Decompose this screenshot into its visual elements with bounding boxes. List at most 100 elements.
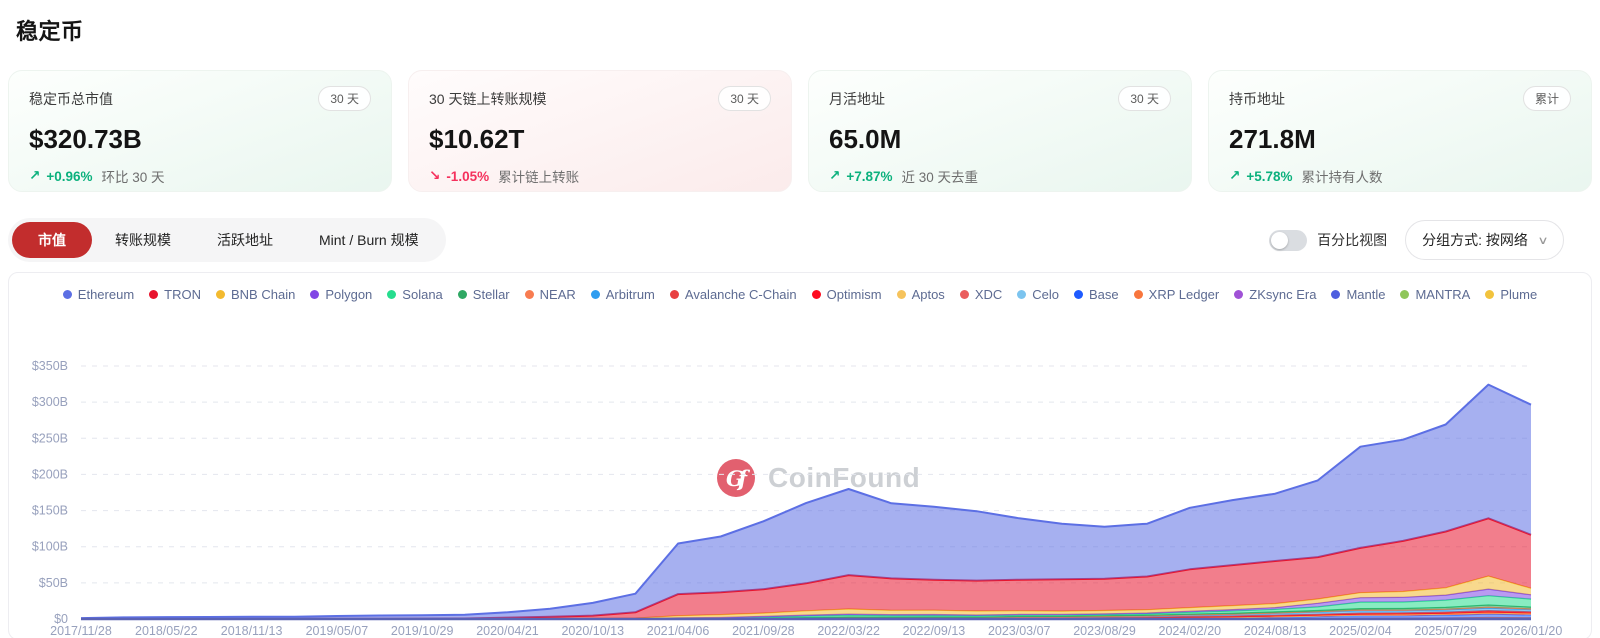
y-axis-label: $300B: [32, 395, 68, 409]
legend-label: Stellar: [472, 287, 510, 302]
card-value: 271.8M: [1229, 124, 1316, 154]
legend-item-ethereum[interactable]: Ethereum: [62, 287, 134, 302]
tab-market-cap[interactable]: 市值: [12, 222, 92, 258]
legend-label: XDC: [974, 287, 1003, 302]
legend-item-bnb-chain[interactable]: BNB Chain: [216, 287, 295, 302]
card-holder-addresses: 持币地址 累计 271.8M ↗ +5.78% 累计持有人数: [1208, 70, 1592, 192]
x-axis-label: 2018/11/13: [221, 624, 283, 638]
legend-item-celo[interactable]: Celo: [1017, 287, 1059, 302]
area-line-aptos: [81, 612, 1532, 620]
area-line-stellar: [81, 604, 1532, 620]
trend-down-icon: ↘: [429, 168, 441, 183]
x-axis-label: 2021/04/06: [647, 624, 710, 638]
trend-up-icon: ↗: [829, 168, 841, 183]
area-line-zksync-era: [81, 617, 1532, 620]
period-badge: 30 天: [1118, 86, 1171, 111]
legend-item-mantra[interactable]: MANTRA: [1400, 287, 1470, 302]
area-line-mantle: [81, 617, 1532, 620]
area-line-solana: [81, 595, 1532, 620]
x-axis-label: 2023/03/07: [988, 624, 1051, 638]
chevron-down-icon: ∨: [1537, 234, 1549, 247]
change-note: 累计链上转账: [498, 170, 580, 185]
x-axis-label: 2025/07/29: [1414, 624, 1477, 638]
legend-dot: [1017, 290, 1027, 299]
legend-item-arbitrum[interactable]: Arbitrum: [590, 287, 655, 302]
legend-item-avalanche-c-chain[interactable]: Avalanche C-Chain: [669, 287, 797, 302]
legend-item-near[interactable]: NEAR: [524, 287, 576, 302]
group-by-value: 分组方式: 按网络: [1422, 232, 1528, 248]
legend-item-mantle[interactable]: Mantle: [1331, 287, 1385, 302]
chart-controls: 百分比视图 分组方式: 按网络 ∨: [1269, 220, 1564, 260]
period-badge: 累计: [1522, 86, 1571, 111]
coinfound-logo-icon: Gf: [717, 459, 755, 497]
legend-item-aptos[interactable]: Aptos: [896, 287, 945, 302]
legend-item-tron[interactable]: TRON: [149, 287, 201, 302]
change-percent: -1.05%: [446, 168, 490, 184]
legend-label: Plume: [1500, 287, 1538, 302]
x-axis-label: 2025/02/04: [1329, 624, 1392, 638]
metric-tabs: 市值 转账规模 活跃地址 Mint / Burn 规模: [8, 218, 446, 262]
percent-view-toggle[interactable]: [1269, 229, 1308, 251]
chart-toolbar: 市值 转账规模 活跃地址 Mint / Burn 规模 百分比视图 分组方式: …: [8, 218, 1592, 262]
legend-label: XRP Ledger: [1148, 287, 1220, 302]
area-band-xdc: [81, 613, 1531, 619]
x-axis-label: 2018/05/22: [135, 624, 198, 638]
legend-item-plume[interactable]: Plume: [1485, 287, 1537, 302]
area-band-avalanche-c-chain: [81, 610, 1531, 619]
legend-dot: [457, 290, 467, 299]
legend-item-xdc[interactable]: XDC: [959, 287, 1003, 302]
area-line-optimism: [81, 611, 1532, 620]
area-band-base: [81, 614, 1531, 619]
legend-item-solana[interactable]: Solana: [387, 287, 443, 302]
legend-dot: [1234, 290, 1244, 299]
change-percent: +7.87%: [846, 168, 893, 184]
area-band-stellar: [81, 605, 1531, 619]
legend-dot: [959, 290, 969, 299]
legend-dot: [149, 290, 159, 299]
legend-dot: [310, 290, 320, 299]
legend-label: NEAR: [539, 287, 576, 302]
area-band-near: [81, 607, 1531, 619]
legend-dot: [387, 290, 397, 299]
legend-dot: [896, 290, 906, 299]
legend-label: ZKsync Era: [1249, 287, 1317, 302]
area-line-base: [81, 613, 1532, 620]
toggle-knob: [1271, 231, 1289, 249]
legend-label: BNB Chain: [231, 287, 296, 302]
legend-label: Base: [1089, 287, 1119, 302]
area-line-ethereum: [80, 383, 1532, 620]
legend-item-optimism[interactable]: Optimism: [811, 287, 882, 302]
area-band-arbitrum: [81, 608, 1531, 619]
legend-item-polygon[interactable]: Polygon: [310, 287, 372, 302]
legend-dot: [1074, 290, 1084, 299]
card-total-market-cap: 稳定币总市值 30 天 $320.73B ↗ +0.96% 环比 30 天: [8, 70, 392, 192]
area-line-xrp-ledger: [81, 616, 1532, 620]
legend-dot: [62, 290, 72, 299]
legend-label: Mantle: [1346, 287, 1386, 302]
area-band-zksync-era: [81, 618, 1531, 619]
y-axis-label: $150B: [32, 504, 68, 518]
group-by-select[interactable]: 分组方式: 按网络 ∨: [1405, 220, 1564, 260]
card-value: $320.73B: [29, 124, 142, 154]
legend-item-xrp-ledger[interactable]: XRP Ledger: [1133, 287, 1220, 302]
area-band-tron: [81, 518, 1531, 619]
x-axis-label: 2019/05/07: [306, 624, 369, 638]
legend-item-base[interactable]: Base: [1074, 287, 1119, 302]
legend-label: Aptos: [911, 287, 945, 302]
legend-item-zksync-era[interactable]: ZKsync Era: [1234, 287, 1316, 302]
change-note: 近 30 天去重: [901, 170, 979, 185]
area-line-bnb-chain: [81, 575, 1532, 620]
area-band-optimism: [81, 611, 1531, 619]
x-axis-label: 2019/10/29: [391, 624, 454, 638]
x-axis-label: 2017/11/28: [50, 624, 112, 638]
card-value: $10.62T: [429, 124, 525, 154]
area-band-ethereum: [81, 384, 1531, 619]
tab-transfer-volume[interactable]: 转账规模: [92, 222, 194, 258]
y-axis-label: $250B: [32, 431, 68, 445]
tab-active-addresses[interactable]: 活跃地址: [194, 222, 296, 258]
legend-item-stellar[interactable]: Stellar: [457, 287, 510, 302]
y-axis-label: $100B: [32, 540, 68, 554]
trend-up-icon: ↗: [29, 168, 41, 183]
legend-label: MANTRA: [1415, 287, 1471, 302]
tab-mint-burn[interactable]: Mint / Burn 规模: [296, 222, 442, 258]
